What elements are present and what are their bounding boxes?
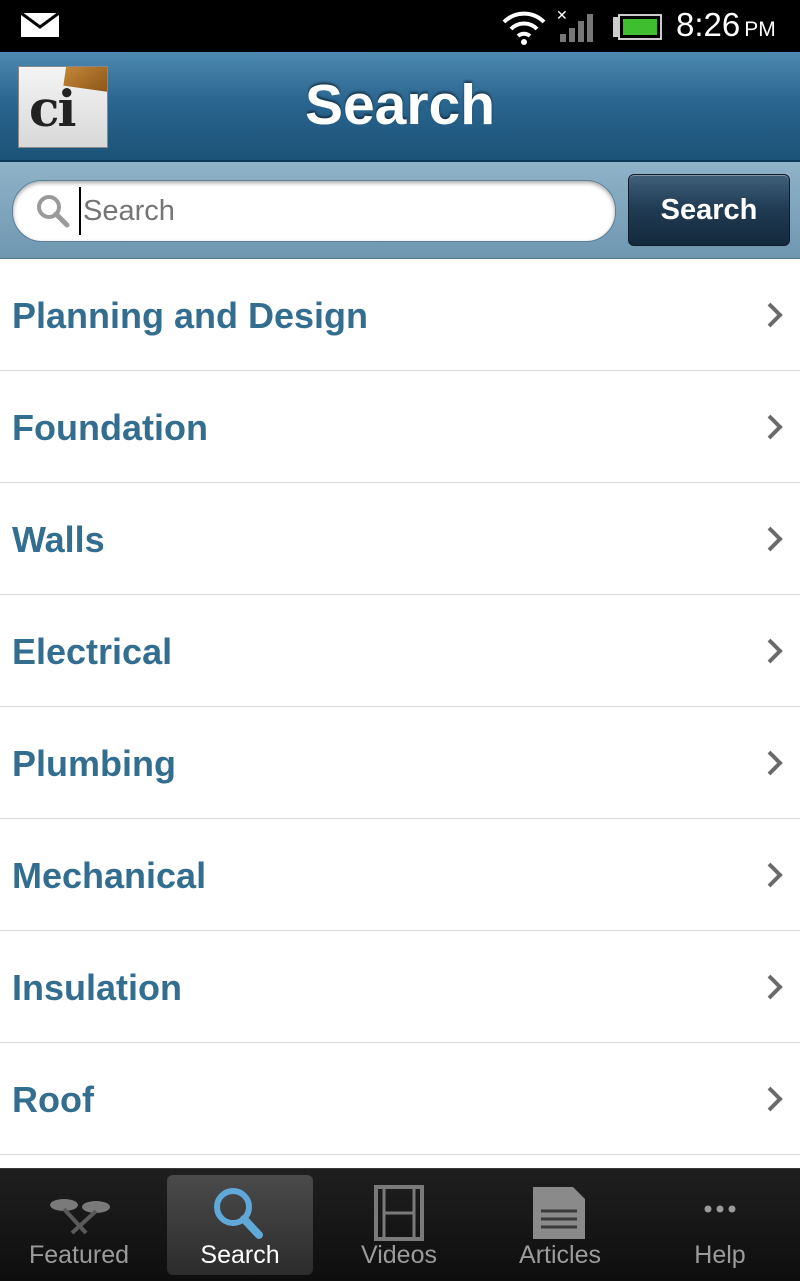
search-field[interactable] [12,180,616,242]
bottom-tab-bar: Featured Search Videos Articles Help [0,1168,800,1281]
category-list: Planning and Design Foundation Walls Electr… [0,259,800,1155]
magnifier-icon [214,1188,263,1239]
chevron-right-icon [767,526,783,552]
category-row[interactable]: Plumbing [0,707,800,819]
category-row[interactable]: Roof [0,1043,800,1155]
app-header: ci Search [0,52,800,162]
category-row[interactable]: Planning and Design [0,259,800,371]
ellipsis-icon [704,1205,736,1213]
ampm-text: PM [744,18,776,41]
search-bar: Search [0,162,800,259]
tab-label: Videos [361,1241,437,1269]
status-bar: ✕ 8:26 PM [0,0,800,52]
category-label: Roof [12,1079,94,1120]
chevron-right-icon [767,638,783,664]
category-label: Foundation [12,407,208,448]
category-label: Electrical [12,631,173,672]
wifi-icon [502,11,546,45]
chevron-right-icon [767,750,783,776]
document-icon [533,1187,585,1239]
category-label: Mechanical [12,855,207,896]
search-button[interactable]: Search [628,174,790,246]
chevron-right-icon [767,414,783,440]
chevron-right-icon [767,302,783,328]
category-label: Planning and Design [12,295,369,336]
category-row[interactable]: Foundation [0,371,800,483]
search-input[interactable] [79,187,605,235]
tab-featured[interactable]: Featured [6,1175,152,1275]
tab-label: Search [200,1241,280,1269]
category-row[interactable]: Walls [0,483,800,595]
category-row[interactable]: Electrical [0,595,800,707]
time-text: 8:26 [676,6,741,43]
tab-videos[interactable]: Videos [326,1175,472,1275]
category-label: Plumbing [12,743,176,784]
svg-text:✕: ✕ [556,8,568,24]
mail-icon [20,12,60,37]
featured-icon [50,1199,110,1235]
category-label: Insulation [12,967,182,1008]
film-icon [374,1185,424,1241]
chevron-right-icon [767,1086,783,1112]
status-time: 8:26 PM [676,6,776,44]
tab-label: Help [694,1241,746,1269]
tab-label: Featured [28,1241,130,1269]
tab-search[interactable]: Search [167,1175,313,1275]
category-row[interactable]: Insulation [0,931,800,1043]
category-row[interactable]: Mechanical [0,819,800,931]
chevron-right-icon [767,974,783,1000]
search-icon [37,195,70,228]
page-title: Search [304,73,496,137]
signal-icon: ✕ [556,8,593,42]
tab-label: Articles [519,1241,601,1269]
battery-icon [613,14,662,40]
tab-articles[interactable]: Articles [487,1175,633,1275]
tab-help[interactable]: Help [647,1175,793,1275]
chevron-right-icon [767,862,783,888]
category-label: Walls [12,519,105,560]
